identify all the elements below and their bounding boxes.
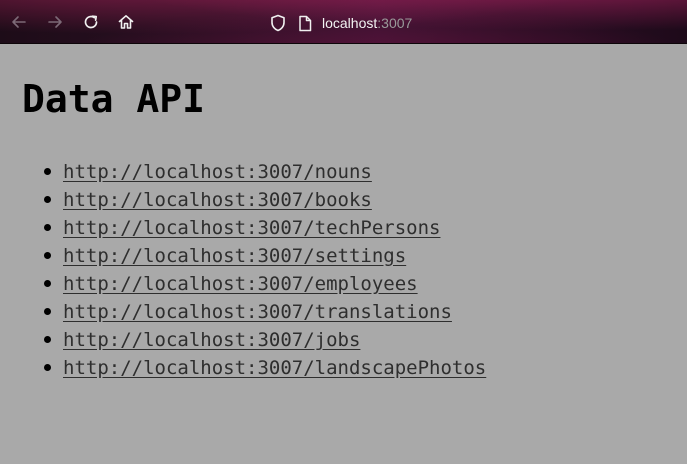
home-icon [118, 15, 134, 29]
browser-toolbar: localhost:3007 [0, 0, 687, 44]
forward-button[interactable] [45, 12, 65, 32]
page-icon [299, 15, 312, 31]
endpoint-link-jobs[interactable]: http://localhost:3007/jobs [63, 329, 360, 351]
endpoint-link-settings[interactable]: http://localhost:3007/settings [63, 245, 406, 267]
list-item: http://localhost:3007/books [0, 186, 486, 214]
arrow-left-icon [12, 16, 26, 28]
bullet-icon [44, 364, 51, 371]
url-host: localhost [322, 15, 378, 31]
bullet-icon [44, 168, 51, 175]
list-item: http://localhost:3007/landscapePhotos [0, 354, 486, 382]
list-item: http://localhost:3007/translations [0, 298, 486, 326]
endpoint-link-translations[interactable]: http://localhost:3007/translations [63, 301, 452, 323]
bullet-icon [44, 336, 51, 343]
bullet-icon [44, 252, 51, 259]
bullet-icon [44, 196, 51, 203]
url-port: :3007 [377, 15, 413, 31]
arrow-right-icon [48, 16, 62, 28]
reload-icon [84, 15, 98, 29]
shield-icon[interactable] [270, 14, 286, 32]
reload-button[interactable] [81, 12, 101, 32]
endpoint-link-books[interactable]: http://localhost:3007/books [63, 189, 372, 211]
list-item: http://localhost:3007/employees [0, 270, 486, 298]
list-item: http://localhost:3007/jobs [0, 326, 486, 354]
endpoint-link-landscapephotos[interactable]: http://localhost:3007/landscapePhotos [63, 357, 486, 379]
endpoint-list: http://localhost:3007/nouns http://local… [0, 158, 486, 382]
list-item: http://localhost:3007/techPersons [0, 214, 486, 242]
bullet-icon [44, 224, 51, 231]
url-text[interactable]: localhost:3007 [322, 15, 412, 31]
address-bar[interactable]: localhost:3007 [262, 10, 492, 36]
bullet-icon [44, 280, 51, 287]
home-button[interactable] [116, 12, 136, 32]
bullet-icon [44, 308, 51, 315]
page-title: Data API [22, 77, 206, 121]
endpoint-link-techpersons[interactable]: http://localhost:3007/techPersons [63, 217, 441, 239]
list-item: http://localhost:3007/nouns [0, 158, 486, 186]
endpoint-link-employees[interactable]: http://localhost:3007/employees [63, 273, 418, 295]
back-button[interactable] [9, 12, 29, 32]
page-content: Data API http://localhost:3007/nouns htt… [0, 44, 687, 464]
list-item: http://localhost:3007/settings [0, 242, 486, 270]
endpoint-link-nouns[interactable]: http://localhost:3007/nouns [63, 161, 372, 183]
